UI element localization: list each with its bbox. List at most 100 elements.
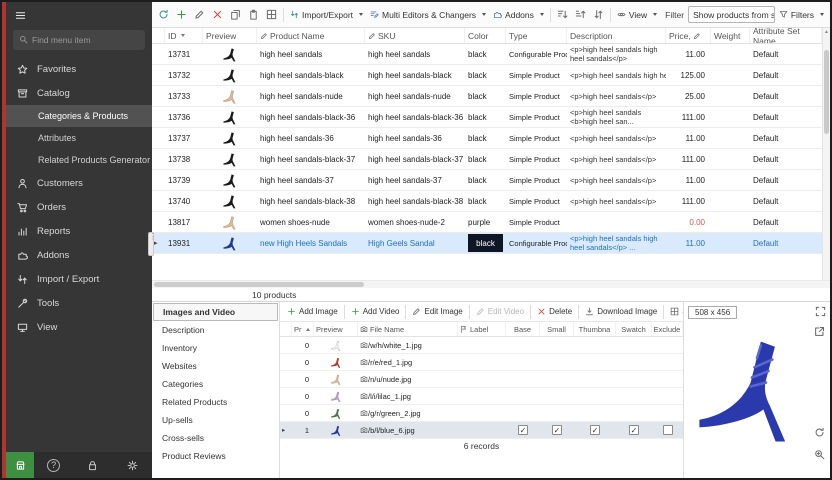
image-row-w-h-white-1-jpg[interactable]: 0 /w/h/white_1.jpg xyxy=(280,337,683,354)
paste-button[interactable] xyxy=(245,7,262,22)
lock-button[interactable] xyxy=(73,452,112,478)
img-col-pr[interactable]: Pr xyxy=(292,322,314,336)
col-header-id[interactable]: ID xyxy=(165,28,203,43)
add-video-button[interactable]: Add Video xyxy=(348,306,403,317)
img-col-label[interactable]: Label xyxy=(458,322,506,336)
sort-toggle-button[interactable] xyxy=(590,7,607,22)
menu-search-input[interactable] xyxy=(32,35,139,45)
edit-product-button[interactable] xyxy=(191,7,208,22)
sidebar-item-orders[interactable]: Orders xyxy=(6,195,152,219)
img-col-preview[interactable]: Preview xyxy=(314,322,358,336)
sidebar-item-catalog[interactable]: Catalog xyxy=(6,81,152,105)
product-row-13732[interactable]: 13732 high heel sandals-black high heel … xyxy=(152,65,822,86)
image-row-r-e-red-1-jpg[interactable]: 0 /r/e/red_1.jpg xyxy=(280,354,683,371)
vertical-scrollbar[interactable]: ▲ xyxy=(822,28,830,280)
swatch-checkbox[interactable]: ✓ xyxy=(629,425,639,435)
sidebar-item-addons[interactable]: Addons xyxy=(6,243,152,267)
import-export-menu[interactable]: Import/Export xyxy=(287,8,366,22)
row-expander[interactable]: ▸ xyxy=(280,422,292,438)
col-header-sku[interactable]: SKU xyxy=(365,28,465,43)
edit-image-button[interactable]: Edit Image xyxy=(409,306,465,317)
img-col-swatch[interactable]: Swatch xyxy=(616,322,652,336)
category-filter-select[interactable]: Show products from selected categories xyxy=(688,6,775,23)
image-row-n-u-nude-jpg[interactable]: 0 /n/u/nude.jpg xyxy=(280,371,683,388)
product-row-13738[interactable]: 13738 high heel sandals-black-37 high he… xyxy=(152,149,822,170)
thumbnail-checkbox[interactable]: ✓ xyxy=(590,425,600,435)
view-menu[interactable]: View xyxy=(614,8,660,22)
sidebar-subitem-related-products-generator[interactable]: Related Products Generator xyxy=(6,149,152,171)
sidebar-item-customers[interactable]: Customers xyxy=(6,171,152,195)
horizontal-scrollbar[interactable] xyxy=(152,280,830,288)
multi-editors-changers-menu[interactable]: Multi Editors & Changers xyxy=(367,8,489,22)
tab-related-products[interactable]: Related Products xyxy=(152,393,279,411)
col-header-weight[interactable]: Weight xyxy=(711,28,750,43)
sidebar-subitem-categories-products[interactable]: Categories & Products xyxy=(6,105,152,127)
sidebar-subitem-attributes[interactable]: Attributes xyxy=(6,127,152,149)
rotate-icon[interactable] xyxy=(814,427,825,438)
tab-description[interactable]: Description xyxy=(152,321,279,339)
delete-button[interactable]: Delete xyxy=(534,306,575,317)
tab-up-sells[interactable]: Up-sells xyxy=(152,411,279,429)
image-row-g-r-green-2-jpg[interactable]: 0 /g/r/green_2.jpg xyxy=(280,405,683,422)
tab-images-and-video[interactable]: Images and Video xyxy=(153,303,278,321)
product-row-13731[interactable]: 13731 high heel sandals high heel sandal… xyxy=(152,44,822,65)
tab-websites[interactable]: Websites xyxy=(152,357,279,375)
product-row-13733[interactable]: 13733 high heel sandals-nude high heel s… xyxy=(152,86,822,107)
vertical-scroll-thumb[interactable] xyxy=(824,50,829,134)
sidebar-item-favorites[interactable]: Favorites xyxy=(6,57,152,81)
img-col-file-name[interactable]: File Name xyxy=(358,322,458,336)
sidebar-search[interactable] xyxy=(13,30,145,50)
image-row-l-i-lilac-1-jpg[interactable]: 0 /l/i/lilac_1.jpg xyxy=(280,388,683,405)
sidebar-item-view[interactable]: View xyxy=(6,315,152,339)
col-header-product-name[interactable]: Product Name xyxy=(257,28,365,43)
download-image-button[interactable]: Download Image xyxy=(582,306,660,317)
img-col-exclude[interactable]: Exclude xyxy=(652,322,683,336)
open-external-icon[interactable] xyxy=(814,326,825,337)
help-button[interactable]: ? xyxy=(34,452,73,478)
menu-toggle-button[interactable] xyxy=(15,10,26,21)
base-checkbox[interactable]: ✓ xyxy=(518,425,528,435)
set-resize-rule-button[interactable]: Set Resize Rule xyxy=(667,306,683,317)
product-row-13931[interactable]: ▸ 13931 new High Heels Sandals High Geel… xyxy=(152,233,822,254)
img-col-small[interactable]: Small xyxy=(540,322,574,336)
tab-product-reviews[interactable]: Product Reviews xyxy=(152,447,279,465)
fullscreen-icon[interactable] xyxy=(815,306,826,317)
tab-categories[interactable]: Categories xyxy=(152,375,279,393)
filters-menu[interactable]: Filters xyxy=(776,8,827,22)
img-col-base[interactable]: Base xyxy=(506,322,540,336)
col-header-price[interactable]: Price, xyxy=(666,28,711,43)
col-header-preview[interactable]: Preview xyxy=(203,28,257,43)
col-header-type[interactable]: Type xyxy=(506,28,567,43)
tab-inventory[interactable]: Inventory xyxy=(152,339,279,357)
sidebar-item-tools[interactable]: Tools xyxy=(6,291,152,315)
addons-menu[interactable]: Addons xyxy=(490,8,547,22)
zoom-icon[interactable] xyxy=(814,449,825,460)
edit-video-button[interactable]: Edit Video xyxy=(473,306,527,317)
small-checkbox[interactable]: ✓ xyxy=(552,425,562,435)
img-col-thumbna[interactable]: Thumbna xyxy=(574,322,616,336)
exclude-checkbox[interactable] xyxy=(663,425,673,435)
refresh-button[interactable] xyxy=(155,7,172,22)
product-row-13817[interactable]: 13817 women shoes-nude women shoes-nude-… xyxy=(152,212,822,233)
sidebar-item-import-export[interactable]: Import / Export xyxy=(6,267,152,291)
splitter-grip[interactable]: ⋮ xyxy=(148,232,154,256)
sidebar-item-reports[interactable]: Reports xyxy=(6,219,152,243)
col-header-color[interactable]: Color xyxy=(465,28,506,43)
sort-ascending-button[interactable] xyxy=(554,7,571,22)
add-product-button[interactable] xyxy=(173,7,190,22)
sort-descending-button[interactable] xyxy=(572,7,589,22)
tab-cross-sells[interactable]: Cross-sells xyxy=(152,429,279,447)
col-header-attribute-set-name[interactable]: Attribute Set Name xyxy=(750,28,822,43)
horizontal-scroll-thumb[interactable] xyxy=(154,282,364,287)
settings-button[interactable] xyxy=(113,452,152,478)
delete-product-button[interactable] xyxy=(209,7,226,22)
product-row-13740[interactable]: 13740 high heel sandals-black-38 high he… xyxy=(152,191,822,212)
copy-button[interactable] xyxy=(227,7,244,22)
product-row-13739[interactable]: 13739 high heel sandals-37 high heel san… xyxy=(152,170,822,191)
product-row-13737[interactable]: 13737 high heel sandals-36 high heel san… xyxy=(152,128,822,149)
columns-button[interactable] xyxy=(263,7,280,22)
image-row-b-l-blue-6-jpg[interactable]: ▸ 1 /b/l/blue_6.jpg ✓✓✓✓ xyxy=(280,422,683,439)
col-header-description[interactable]: Description xyxy=(567,28,666,43)
add-image-button[interactable]: Add Image xyxy=(284,306,341,317)
store-button[interactable] xyxy=(6,452,34,478)
